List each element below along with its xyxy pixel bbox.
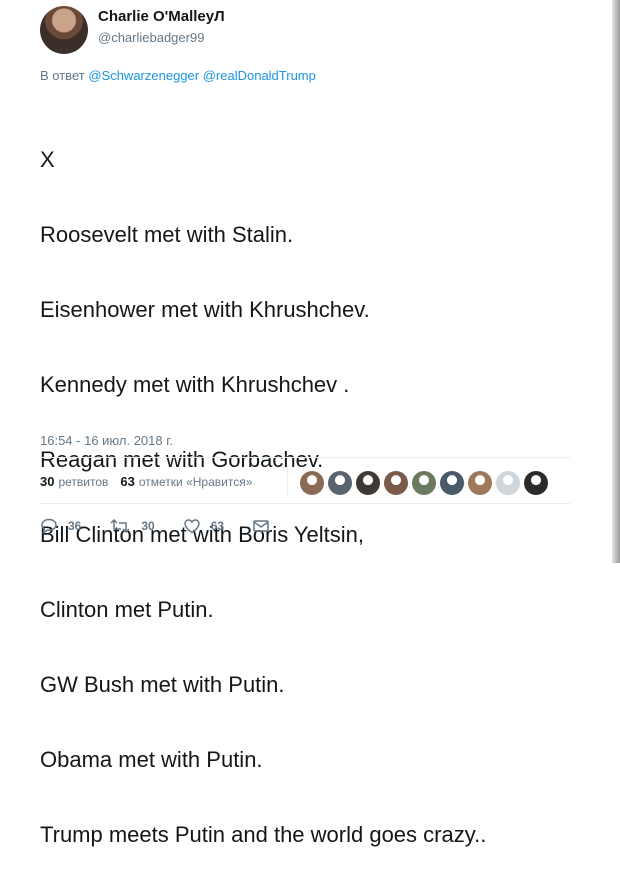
liker-avatar[interactable] [440,471,464,495]
mention-link[interactable]: @Schwarzenegger [88,68,199,83]
liker-avatar[interactable] [468,471,492,495]
tweet-line: Kennedy met with Khrushchev . [40,372,350,397]
tweet-line: Obama met with Putin. [40,747,263,772]
retweet-icon [110,518,130,534]
tweet-line: Reagan met with Gorbachev. [40,447,324,472]
heart-icon [183,519,200,534]
likes-label: отметки «Нравится» [138,475,253,489]
liker-avatar[interactable] [300,471,324,495]
direct-message-action[interactable] [252,518,280,534]
author-display-name[interactable]: Charlie O'MalleyЛ [98,8,225,25]
likes-stat[interactable]: 63 отметки «Нравится» [120,474,252,489]
reply-context: В ответ @Schwarzenegger @realDonaldTrump [40,68,316,83]
liker-avatars [300,471,552,495]
retweets-stat[interactable]: 30 ретвитов [40,474,108,489]
author-handle[interactable]: @charliebadger99 [98,30,204,45]
tweet-line: Clinton met Putin. [40,597,214,622]
reply-prefix: В ответ [40,68,85,83]
mention-link[interactable]: @realDonaldTrump [203,68,316,83]
reply-icon [41,518,57,534]
tweet-line: Trump meets Putin and the world goes cra… [40,822,487,847]
stats-divider [287,466,288,496]
reply-count: 36 [68,519,82,533]
liker-avatar[interactable] [328,471,352,495]
retweets-label: ретвитов [58,475,109,489]
envelope-icon [253,520,269,532]
liker-avatar[interactable] [412,471,436,495]
liker-avatar[interactable] [384,471,408,495]
reply-action[interactable]: 36 [40,518,81,534]
tweet-line: GW Bush met with Putin. [40,672,285,697]
tweet-line: X [40,147,55,172]
tweet-line: Roosevelt met with Stalin. [40,222,294,247]
tweet-timestamp[interactable]: 16:54 - 16 июл. 2018 г. [40,433,173,448]
liker-avatar[interactable] [524,471,548,495]
divider [40,503,570,504]
retweet-action[interactable]: 30 [109,518,155,534]
like-action[interactable]: 63 [183,518,224,534]
divider [40,457,570,458]
likes-count: 63 [120,474,135,489]
liker-avatar[interactable] [356,471,380,495]
window-edge-shadow [612,0,620,563]
tweet-line: Eisenhower met with Khrushchev. [40,297,370,322]
tweet-stats: 30 ретвитов 63 отметки «Нравится» [40,474,264,489]
avatar[interactable] [40,6,88,54]
tweet-actions: 36 30 63 [40,518,308,534]
liker-avatar[interactable] [496,471,520,495]
retweets-count: 30 [40,474,55,489]
retweet-count: 30 [141,519,155,533]
like-count: 63 [210,519,225,533]
